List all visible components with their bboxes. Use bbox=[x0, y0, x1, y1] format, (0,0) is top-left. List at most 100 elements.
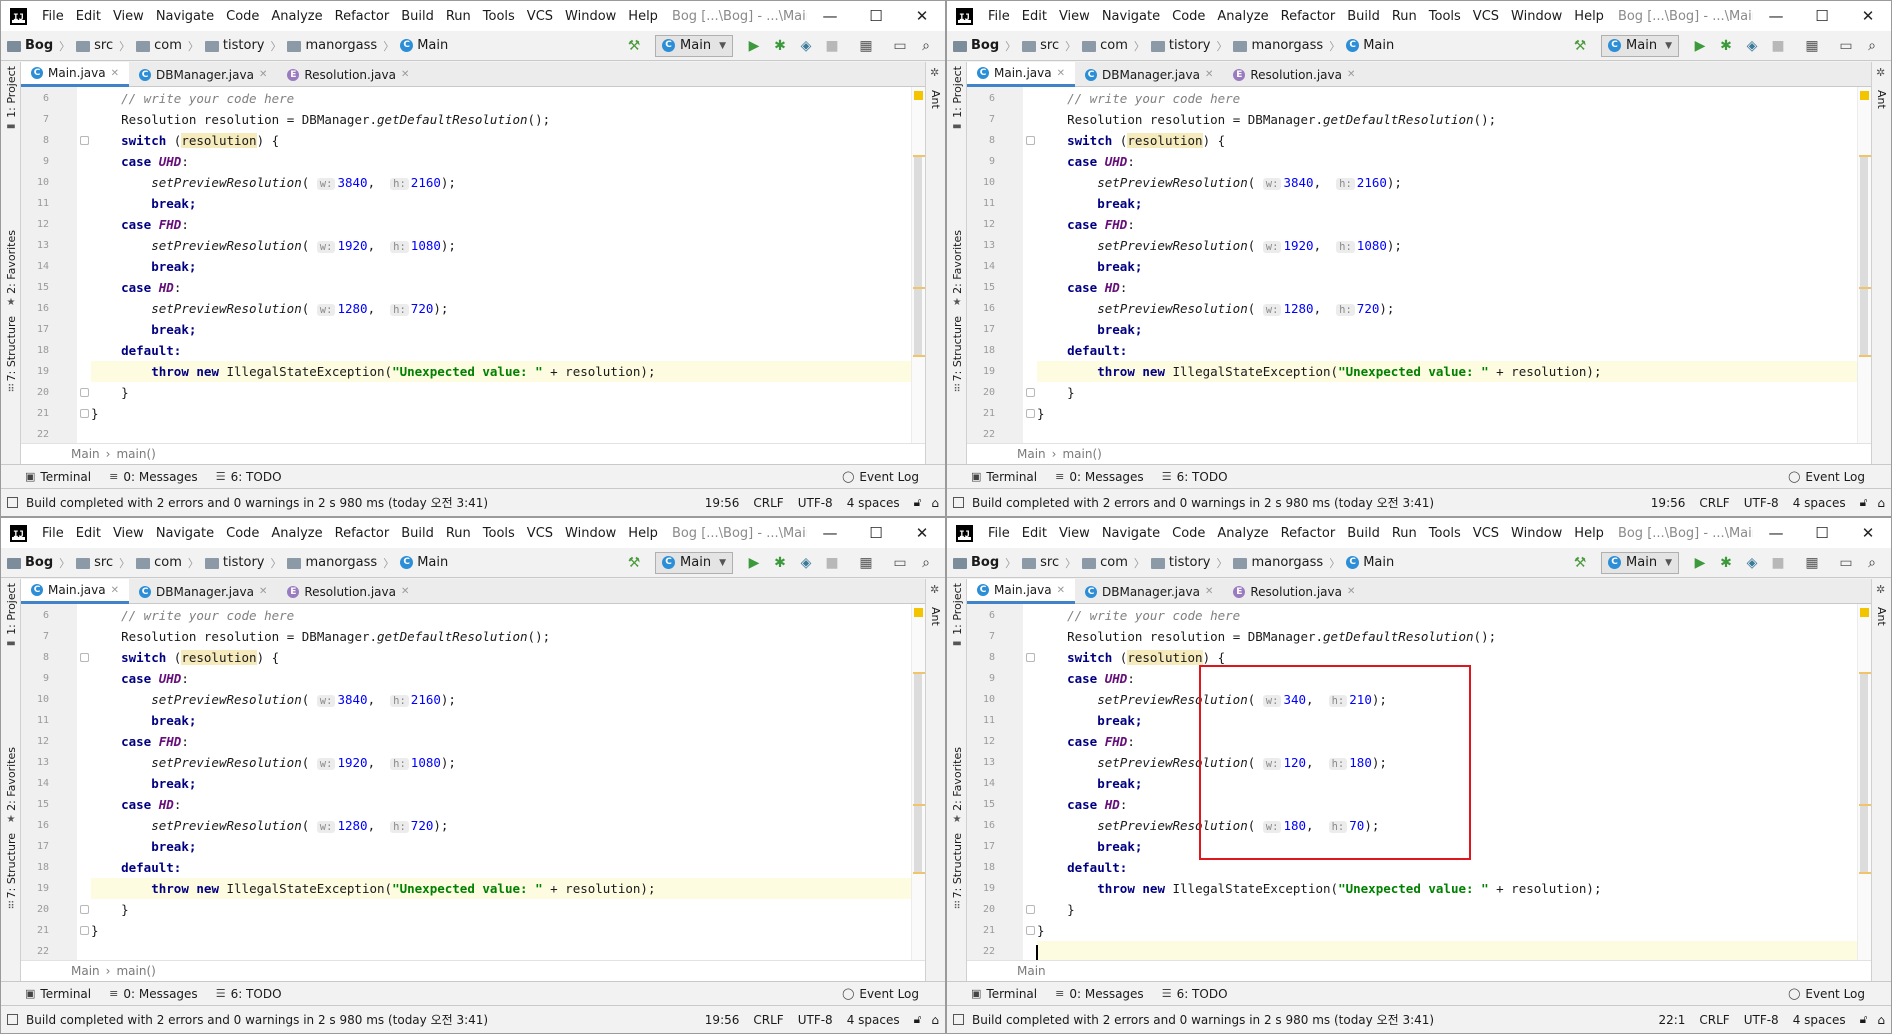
code-line[interactable]: break; bbox=[91, 710, 911, 731]
menu-vcs[interactable]: VCS bbox=[521, 526, 559, 541]
run-icon[interactable]: ▶ bbox=[743, 35, 765, 57]
warning-indicator-icon[interactable] bbox=[1860, 91, 1869, 100]
structure-tool-tab[interactable]: 7: Structure ⠿ bbox=[2, 316, 20, 395]
menu-file[interactable]: File bbox=[982, 526, 1016, 541]
editor-tab[interactable]: C Main.java ✕ bbox=[21, 579, 129, 604]
code-line[interactable]: case UHD: bbox=[1037, 151, 1857, 172]
code-line[interactable]: default: bbox=[1037, 857, 1857, 878]
code-line[interactable]: break; bbox=[1037, 256, 1857, 277]
warning-mark[interactable] bbox=[1859, 672, 1871, 674]
close-icon[interactable]: ✕ bbox=[1205, 69, 1213, 80]
editor-tab[interactable]: C DBManager.java ✕ bbox=[129, 579, 277, 604]
code-breadcrumb-class[interactable]: Main bbox=[1017, 964, 1046, 978]
messages-tool-button[interactable]: ≡ 0: Messages bbox=[1055, 470, 1144, 484]
code-line[interactable]: setPreviewResolution( w: 1280, h: 720); bbox=[1037, 298, 1857, 319]
nav-breadcrumb-item[interactable]: com bbox=[136, 555, 182, 570]
run-configuration-select[interactable]: C Main ▼ bbox=[1601, 551, 1679, 574]
code-breadcrumb-method[interactable]: main() bbox=[116, 964, 155, 978]
build-status-message[interactable]: Build completed with 2 errors and 0 warn… bbox=[972, 494, 1434, 511]
menu-navigate[interactable]: Navigate bbox=[150, 526, 220, 541]
file-encoding[interactable]: UTF-8 bbox=[1744, 496, 1779, 510]
code-editor[interactable]: 6 7 8 9 10 11 12 13 14 15 16 17 18 19 20 21 22 // write … bbox=[967, 604, 1871, 960]
code-line[interactable]: case UHD: bbox=[91, 668, 911, 689]
coverage-icon[interactable]: ◈ bbox=[1741, 35, 1763, 57]
code-line[interactable]: default: bbox=[91, 857, 911, 878]
menu-refactor[interactable]: Refactor bbox=[1275, 9, 1342, 24]
code-editor[interactable]: 6 7 8 9 10 11 12 13 14 15 16 17 18 19 20 21 22 // write … bbox=[21, 87, 925, 443]
warning-mark[interactable] bbox=[913, 155, 925, 157]
code-line[interactable]: } bbox=[91, 899, 911, 920]
todo-tool-button[interactable]: ☰ 6: TODO bbox=[1162, 987, 1228, 1001]
build-status-message[interactable]: Build completed with 2 errors and 0 warn… bbox=[972, 1011, 1434, 1028]
menu-build[interactable]: Build bbox=[395, 526, 440, 541]
code-area[interactable]: // write your code here Resolution resol… bbox=[1037, 87, 1857, 443]
minimize-button[interactable]: — bbox=[807, 518, 853, 548]
code-line[interactable]: } bbox=[1037, 920, 1857, 941]
code-line[interactable]: case FHD: bbox=[91, 731, 911, 752]
code-editor[interactable]: 6 7 8 9 10 11 12 13 14 15 16 17 18 19 20 21 22 // write … bbox=[21, 604, 925, 960]
line-ending[interactable]: CRLF bbox=[753, 496, 783, 510]
lock-icon[interactable]: 🔓︎ bbox=[914, 495, 922, 510]
editor-scrollbar-thumb[interactable] bbox=[914, 674, 922, 874]
editor-tab[interactable]: E Resolution.java ✕ bbox=[277, 579, 419, 604]
fold-marker-icon[interactable] bbox=[1026, 409, 1035, 418]
code-line[interactable]: } bbox=[91, 403, 911, 424]
error-stripe[interactable] bbox=[1857, 87, 1871, 443]
close-button[interactable]: ✕ bbox=[1845, 518, 1891, 548]
width-value[interactable]: 1280 bbox=[1283, 301, 1313, 316]
close-icon[interactable]: ✕ bbox=[401, 69, 409, 80]
height-value[interactable]: 1080 bbox=[411, 238, 441, 253]
code-breadcrumb-class[interactable]: Main bbox=[71, 964, 100, 978]
warning-indicator-icon[interactable] bbox=[914, 608, 923, 617]
search-icon[interactable]: ⌕ bbox=[915, 552, 937, 574]
code-line[interactable]: } bbox=[1037, 403, 1857, 424]
code-line[interactable]: break; bbox=[91, 193, 911, 214]
debug-bug-icon[interactable]: ✱ bbox=[1715, 552, 1737, 574]
file-encoding[interactable]: UTF-8 bbox=[798, 496, 833, 510]
stop-icon[interactable]: ■ bbox=[821, 35, 843, 57]
warning-mark[interactable] bbox=[1859, 287, 1871, 289]
search-icon[interactable]: ⌕ bbox=[1861, 35, 1883, 57]
close-icon[interactable]: ✕ bbox=[1205, 586, 1213, 597]
close-button[interactable]: ✕ bbox=[899, 518, 945, 548]
code-breadcrumb-method[interactable]: main() bbox=[116, 447, 155, 461]
cursor-position[interactable]: 22:1 bbox=[1658, 1013, 1685, 1027]
code-line[interactable]: Resolution resolution = DBManager.getDef… bbox=[1037, 109, 1857, 130]
code-line[interactable]: break; bbox=[91, 319, 911, 340]
editor-tab[interactable]: C Main.java ✕ bbox=[967, 579, 1075, 604]
code-line[interactable]: case FHD: bbox=[1037, 214, 1857, 235]
run-configuration-select[interactable]: C Main ▼ bbox=[1601, 34, 1679, 57]
nav-breadcrumb-item[interactable]: manorgass bbox=[1233, 555, 1323, 570]
layout-icon[interactable]: ▭ bbox=[889, 552, 911, 574]
nav-breadcrumb-item[interactable]: src bbox=[1022, 555, 1059, 570]
lock-icon[interactable]: 🔓︎ bbox=[1860, 1012, 1868, 1027]
code-line[interactable]: setPreviewResolution( w: 3840, h: 2160); bbox=[91, 172, 911, 193]
event-log-button[interactable]: ◯ Event Log bbox=[1788, 987, 1865, 1001]
menu-run[interactable]: Run bbox=[440, 9, 477, 24]
menu-tools[interactable]: Tools bbox=[1423, 9, 1467, 24]
menu-tools[interactable]: Tools bbox=[1423, 526, 1467, 541]
nav-breadcrumb-item[interactable]: manorgass bbox=[287, 555, 377, 570]
close-icon[interactable]: ✕ bbox=[1347, 586, 1355, 597]
project-tool-tab[interactable]: 1: Project ▬ bbox=[948, 66, 966, 132]
warning-indicator-icon[interactable] bbox=[1860, 608, 1869, 617]
build-hammer-icon[interactable]: ⚒ bbox=[623, 35, 645, 57]
height-value[interactable]: 2160 bbox=[411, 175, 441, 190]
terminal-tool-button[interactable]: ▣ Terminal bbox=[25, 987, 91, 1001]
menu-code[interactable]: Code bbox=[1166, 526, 1211, 541]
stop-icon[interactable]: ■ bbox=[821, 552, 843, 574]
width-value[interactable]: 3840 bbox=[1283, 175, 1313, 190]
fold-marker-icon[interactable] bbox=[80, 136, 89, 145]
line-ending[interactable]: CRLF bbox=[753, 1013, 783, 1027]
code-line[interactable] bbox=[91, 941, 911, 960]
nav-breadcrumb-item[interactable]: C Main bbox=[400, 555, 448, 570]
menu-tools[interactable]: Tools bbox=[477, 526, 521, 541]
menu-window[interactable]: Window bbox=[1505, 526, 1568, 541]
menu-analyze[interactable]: Analyze bbox=[1211, 526, 1274, 541]
warning-mark[interactable] bbox=[1859, 355, 1871, 357]
run-icon[interactable]: ▶ bbox=[743, 552, 765, 574]
code-line[interactable]: break; bbox=[91, 836, 911, 857]
layout-icon[interactable]: ▭ bbox=[1835, 552, 1857, 574]
code-line[interactable]: case FHD: bbox=[91, 214, 911, 235]
cursor-position[interactable]: 19:56 bbox=[705, 1013, 740, 1027]
